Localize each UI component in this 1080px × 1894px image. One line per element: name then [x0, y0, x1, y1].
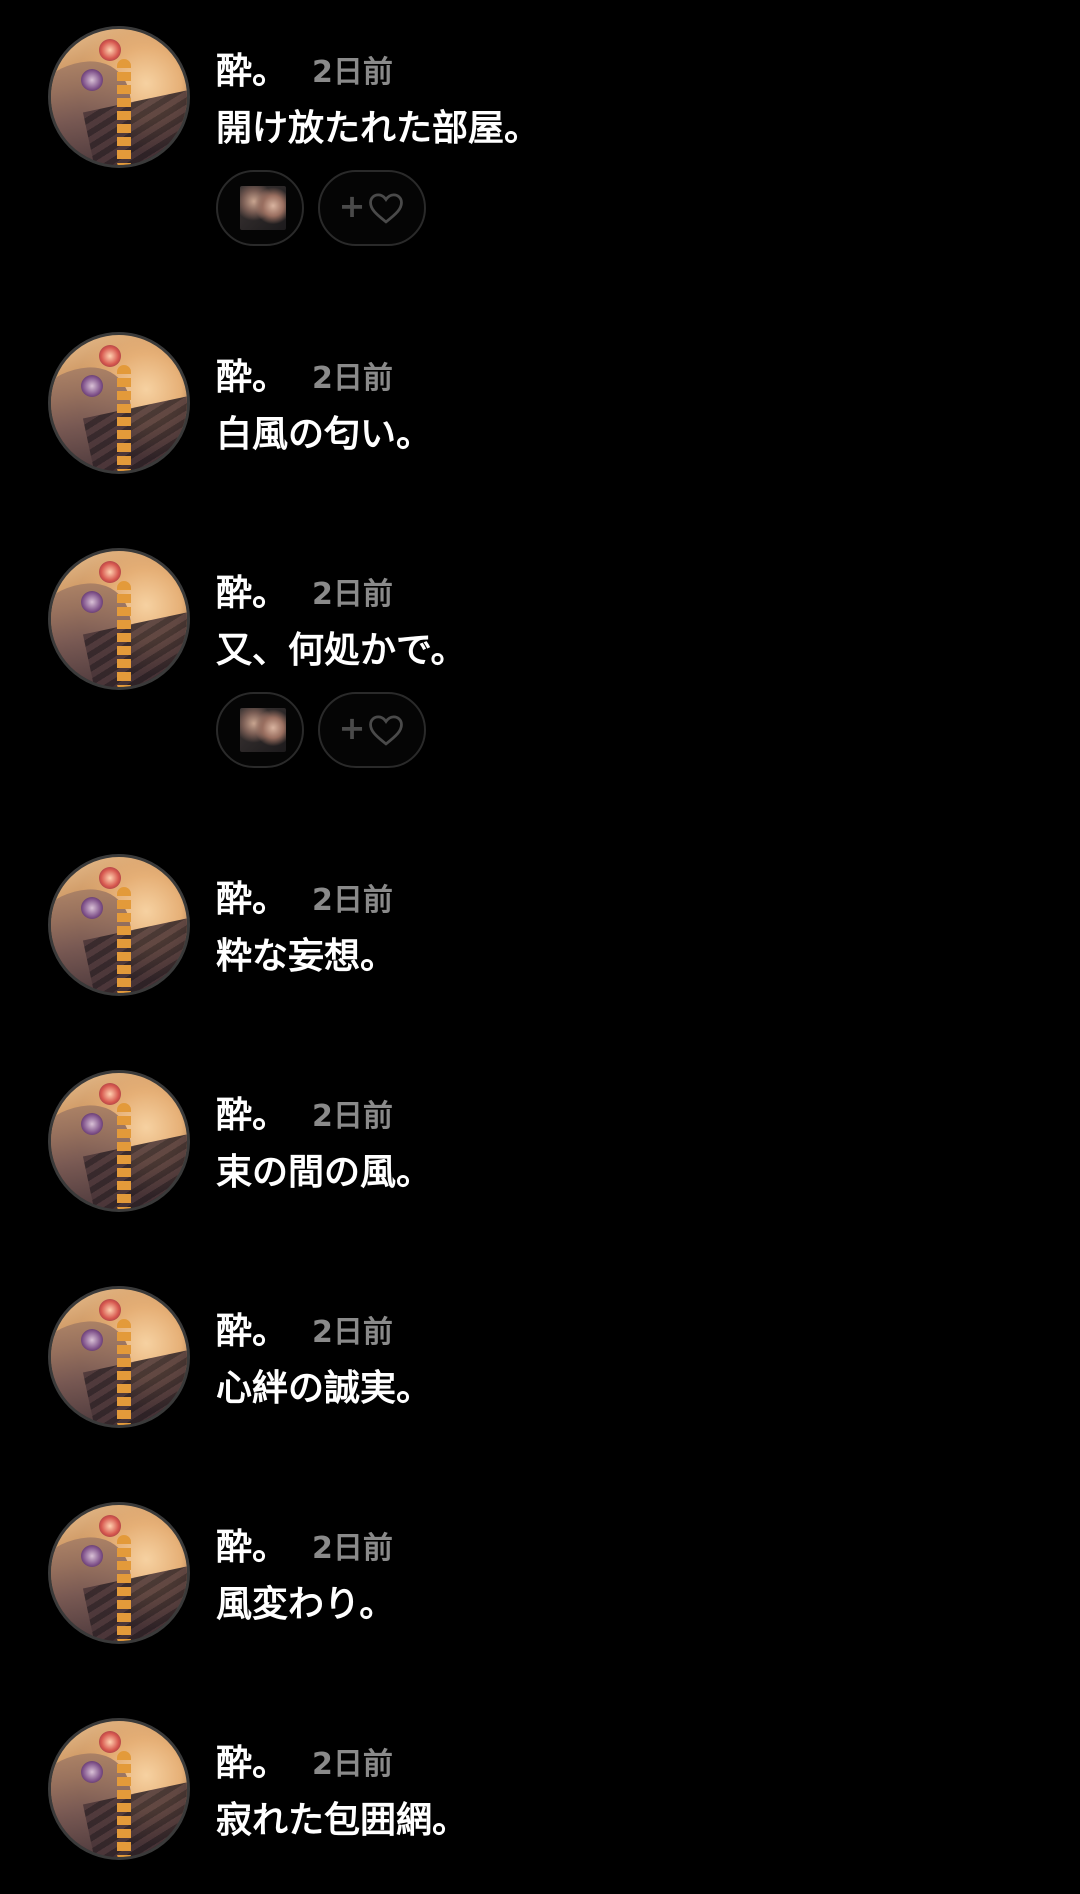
avatar[interactable]: [48, 1718, 190, 1860]
comment-feed: 酔。 2日前 開け放たれた部屋。 + 酔。 2日前 白風の匂い。 酔。 2日前 …: [0, 0, 1080, 1894]
avatar[interactable]: [48, 548, 190, 690]
comment-text: 心絆の誠実。: [216, 1368, 433, 1409]
comment-text: 白風の匂い。: [216, 414, 433, 455]
comment-text: 寂れた包囲網。: [216, 1800, 469, 1841]
photo-reaction-button[interactable]: [216, 692, 304, 768]
add-reaction-button[interactable]: +: [318, 170, 426, 246]
username[interactable]: 酔。: [216, 878, 288, 922]
username[interactable]: 酔。: [216, 1094, 288, 1138]
add-reaction-button[interactable]: +: [318, 692, 426, 768]
avatar[interactable]: [48, 1070, 190, 1212]
reaction-thumbnail: [240, 186, 286, 230]
plus-icon: +: [338, 709, 366, 747]
plus-icon: +: [338, 187, 366, 225]
heart-outline-icon: [369, 715, 404, 746]
username[interactable]: 酔。: [216, 1310, 288, 1354]
comment-text: 束の間の風。: [216, 1152, 433, 1193]
timestamp: 2日前: [312, 361, 393, 396]
timestamp: 2日前: [312, 1099, 393, 1134]
photo-reaction-button[interactable]: [216, 170, 304, 246]
avatar[interactable]: [48, 854, 190, 996]
comment-text: 又、何処かで。: [216, 630, 467, 671]
reaction-thumbnail: [240, 708, 286, 752]
timestamp: 2日前: [312, 1531, 393, 1566]
username[interactable]: 酔。: [216, 356, 288, 400]
username[interactable]: 酔。: [216, 50, 288, 94]
comment-text: 粋な妄想。: [216, 936, 397, 977]
timestamp: 2日前: [312, 55, 393, 90]
username[interactable]: 酔。: [216, 572, 288, 616]
username[interactable]: 酔。: [216, 1526, 288, 1570]
timestamp: 2日前: [312, 1315, 393, 1350]
heart-outline-icon: [369, 193, 404, 224]
avatar[interactable]: [48, 1502, 190, 1644]
timestamp: 2日前: [312, 883, 393, 918]
avatar[interactable]: [48, 332, 190, 474]
comment-text: 風変わり。: [216, 1584, 396, 1625]
timestamp: 2日前: [312, 1747, 393, 1782]
avatar[interactable]: [48, 26, 190, 168]
avatar[interactable]: [48, 1286, 190, 1428]
timestamp: 2日前: [312, 577, 393, 612]
username[interactable]: 酔。: [216, 1742, 288, 1786]
comment-text: 開け放たれた部屋。: [216, 108, 541, 149]
